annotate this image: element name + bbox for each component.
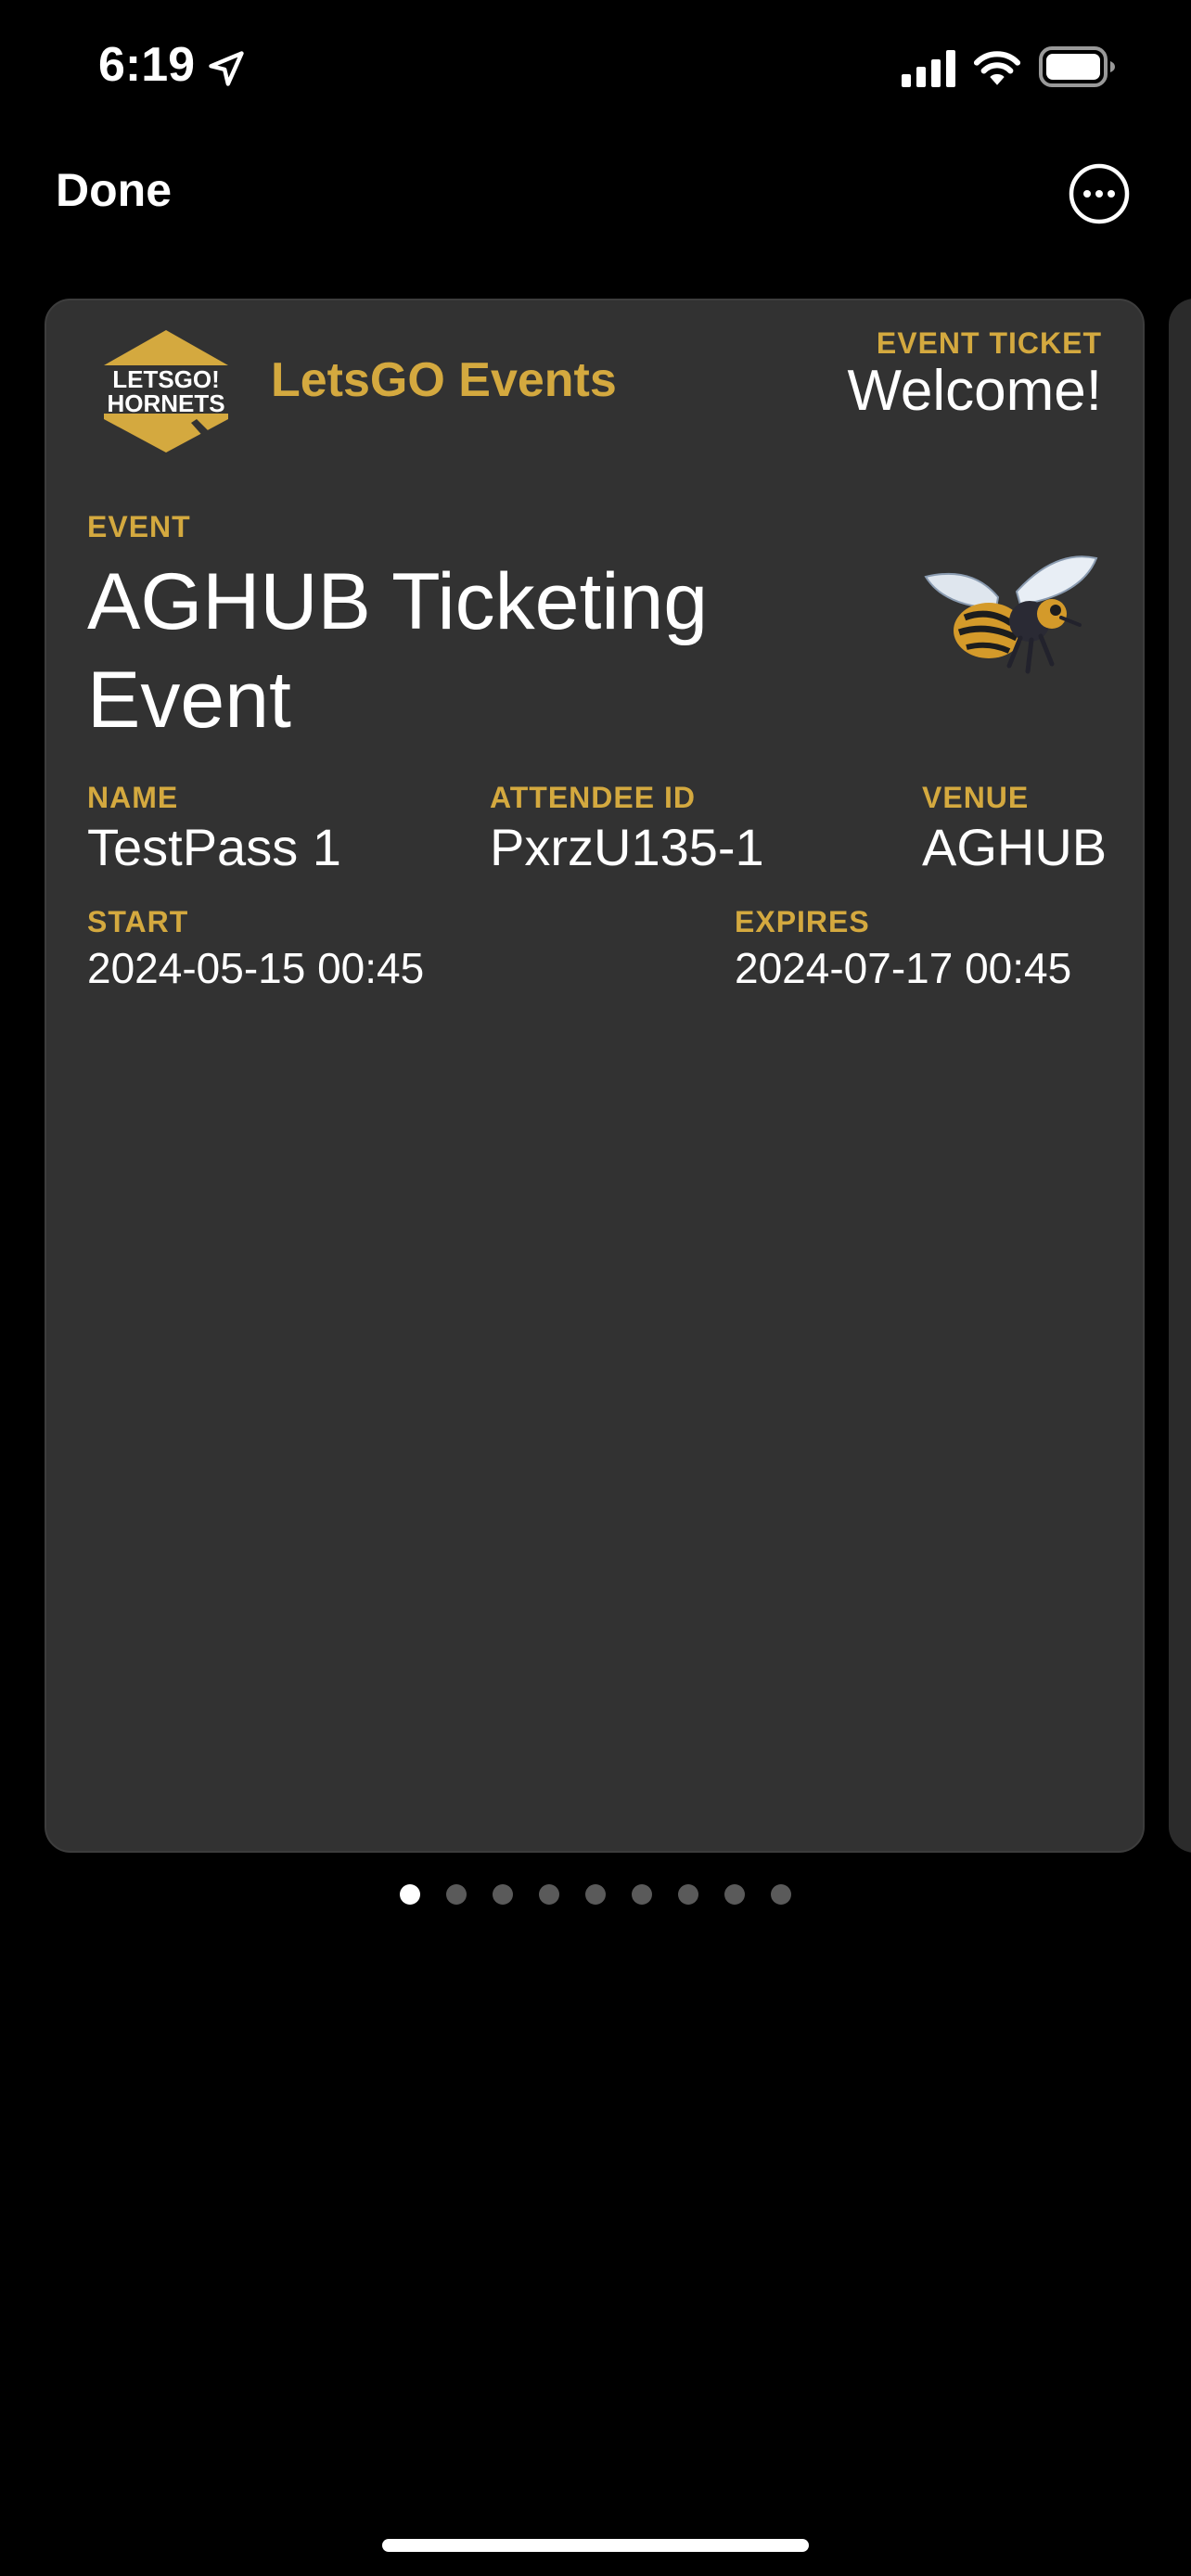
page-dot[interactable] bbox=[585, 1884, 606, 1905]
page-dot[interactable] bbox=[632, 1884, 652, 1905]
start-label: START bbox=[87, 905, 189, 938]
next-pass-card[interactable] bbox=[1169, 299, 1191, 1853]
svg-text:HORNETS: HORNETS bbox=[107, 389, 224, 417]
done-button[interactable]: Done bbox=[56, 163, 172, 217]
attendee-id-label: ATTENDEE ID bbox=[490, 781, 696, 814]
home-indicator[interactable] bbox=[382, 2539, 809, 2552]
page-dot[interactable] bbox=[539, 1884, 559, 1905]
status-bar: 6:19 bbox=[0, 0, 1191, 139]
status-time: 6:19 bbox=[98, 38, 196, 92]
venue-value: AGHUB bbox=[922, 818, 1108, 876]
page-dot[interactable] bbox=[678, 1884, 698, 1905]
wifi-icon bbox=[973, 51, 1021, 85]
page-dot[interactable] bbox=[493, 1884, 513, 1905]
hornets-logo: LETSGO! HORNETS bbox=[95, 330, 237, 453]
page-dot[interactable] bbox=[771, 1884, 791, 1905]
cellular-signal-icon bbox=[902, 50, 955, 87]
header-field-value: Welcome! bbox=[847, 359, 1103, 423]
organization-name: LetsGO Events bbox=[271, 353, 617, 407]
header-field-label: EVENT TICKET bbox=[876, 326, 1102, 360]
name-value: TestPass 1 bbox=[87, 818, 341, 876]
name-label: NAME bbox=[87, 781, 179, 814]
expires-value: 2024-07-17 00:45 bbox=[735, 944, 1072, 992]
venue-field: VENUE AGHUB bbox=[922, 781, 1107, 877]
attendee-id-field: ATTENDEE ID PxrzU135-1 bbox=[490, 781, 764, 877]
event-label: EVENT bbox=[87, 510, 191, 543]
name-field: NAME TestPass 1 bbox=[87, 781, 341, 877]
page-dot[interactable] bbox=[446, 1884, 467, 1905]
expires-field: EXPIRES 2024-07-17 00:45 bbox=[735, 905, 1071, 993]
location-arrow-icon bbox=[209, 51, 244, 86]
battery-icon bbox=[1039, 46, 1115, 87]
start-field: START 2024-05-15 00:45 bbox=[87, 905, 424, 993]
page-dot[interactable] bbox=[724, 1884, 745, 1905]
more-options-button[interactable] bbox=[1069, 163, 1130, 224]
event-title: AGHUB Ticketing Event bbox=[87, 557, 709, 745]
pass-card[interactable]: LETSGO! HORNETS LetsGO Events EVENT TICK… bbox=[45, 299, 1145, 1853]
expires-label: EXPIRES bbox=[735, 905, 870, 938]
hornet-mascot-image bbox=[924, 555, 1098, 674]
page-indicator[interactable] bbox=[0, 1884, 1191, 1906]
attendee-id-value: PxrzU135-1 bbox=[490, 818, 764, 876]
start-value: 2024-05-15 00:45 bbox=[87, 944, 425, 992]
venue-label: VENUE bbox=[922, 781, 1030, 814]
page-dot[interactable] bbox=[400, 1884, 420, 1905]
